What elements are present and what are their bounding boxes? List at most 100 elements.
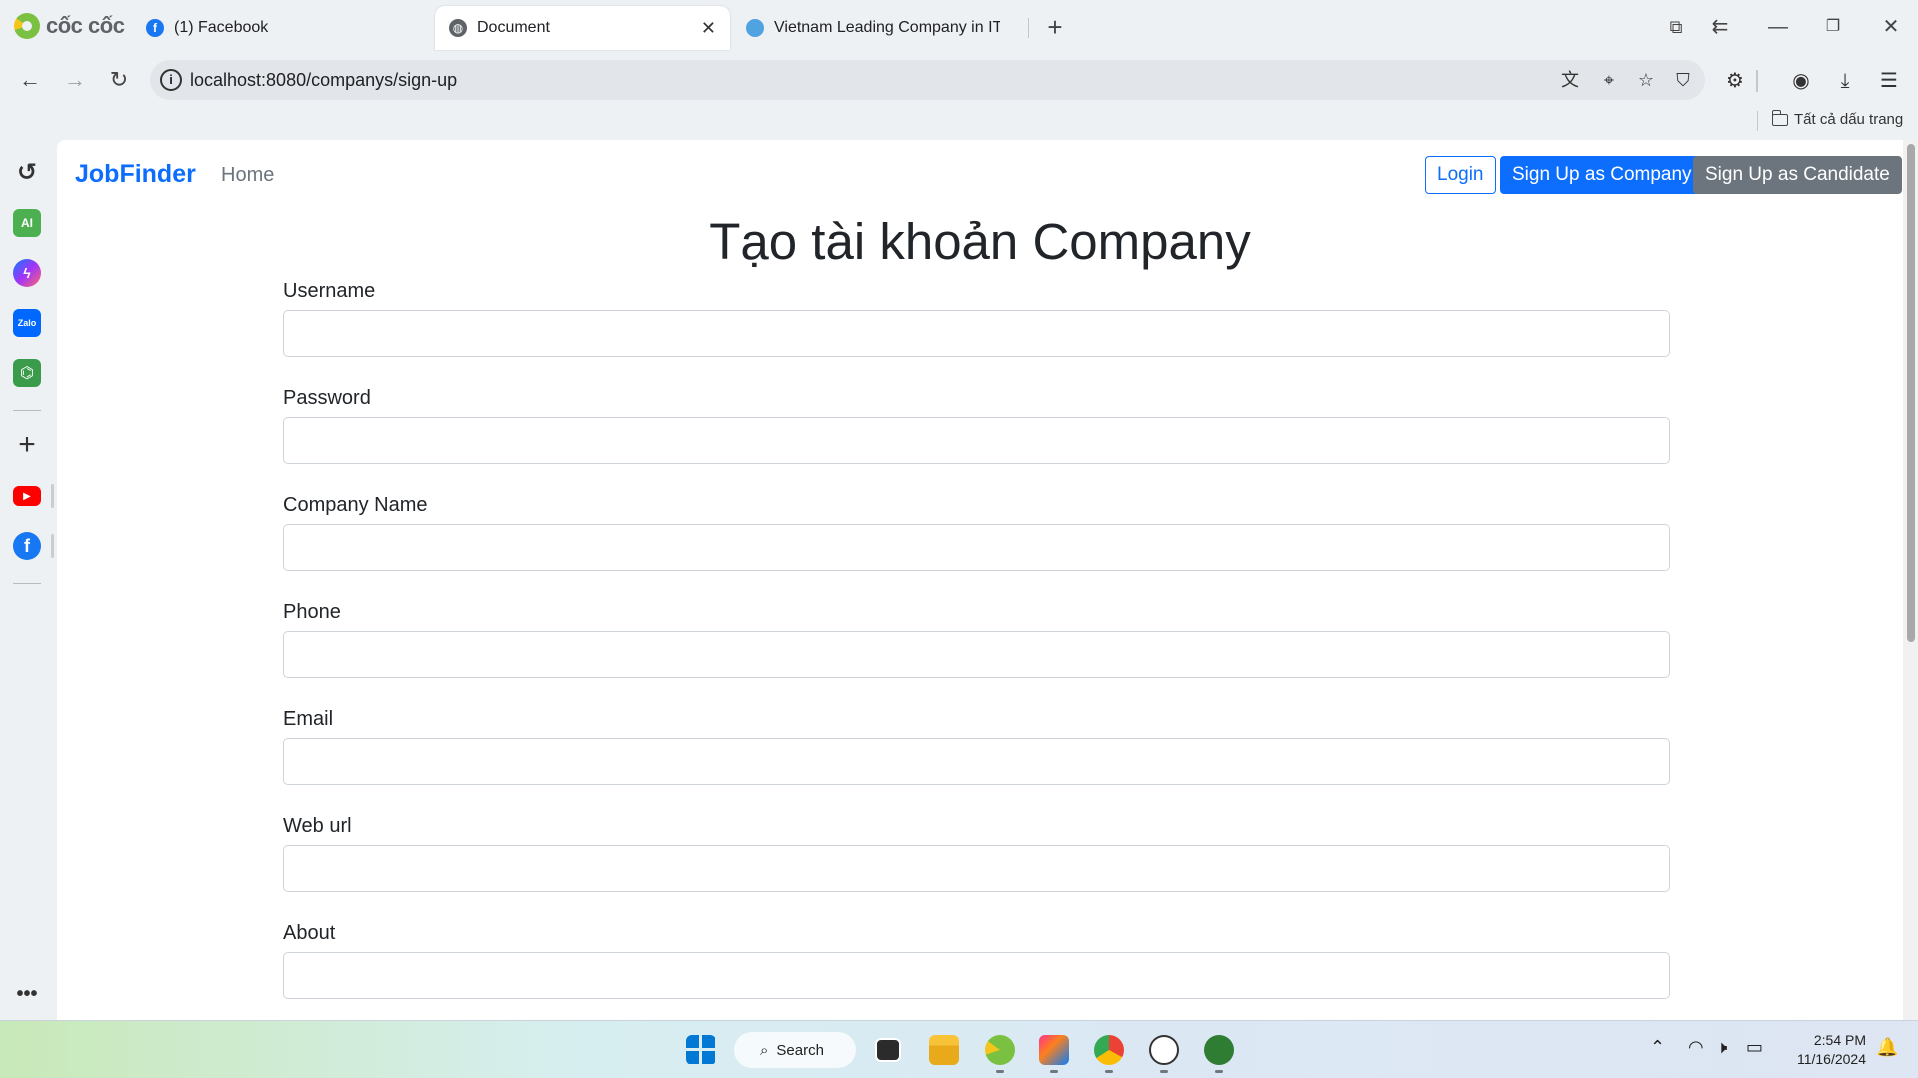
signup-candidate-button[interactable]: Sign Up as Candidate <box>1693 156 1902 194</box>
browser-toolbar: ← → ↻ i localhost:8080/companys/sign-up … <box>0 55 1918 105</box>
tab-label: Vietnam Leading Company in IT S <box>774 19 1000 36</box>
search-icon: ⌕ <box>760 1041 769 1059</box>
windows-start-icon[interactable] <box>686 1035 716 1065</box>
page-title: Tạo tài khoản Company <box>709 213 1251 270</box>
file-explorer-icon[interactable] <box>929 1035 959 1065</box>
email-input[interactable] <box>283 738 1670 785</box>
address-bar[interactable]: i localhost:8080/companys/sign-up 文 ⌖ ☆ … <box>150 60 1705 100</box>
company-name-input[interactable] <box>283 524 1670 571</box>
sidebar-active-marker <box>51 484 54 508</box>
new-tab-button[interactable]: + <box>1040 12 1070 42</box>
web-url-input[interactable] <box>283 845 1670 892</box>
browser-tab-strip: cốc cốc f (1) Facebook ◍ Document ✕ Viet… <box>0 0 1918 55</box>
location-pin-icon[interactable]: ⌖ <box>1597 68 1621 92</box>
chrome-icon[interactable] <box>1094 1035 1124 1065</box>
company-name-label: Company Name <box>283 494 428 516</box>
close-tab-icon[interactable]: ✕ <box>701 18 716 39</box>
tab-actions-icon[interactable]: ⇇ <box>1705 12 1735 42</box>
app-navbar: JobFinder Home Login Sign Up as Company … <box>57 140 1903 210</box>
notification-bell-icon[interactable]: 🔔 <box>1876 1037 1898 1058</box>
volume-muted-icon[interactable]: 🕨 <box>1716 1037 1727 1058</box>
tab-document[interactable]: ◍ Document ✕ <box>435 6 730 50</box>
browser-brand-text: cốc cốc <box>46 13 125 38</box>
close-window-button[interactable]: ✕ <box>1876 12 1906 42</box>
clock-date: 11/16/2024 <box>1796 1051 1866 1067</box>
back-button[interactable]: ← <box>15 65 45 95</box>
screen-capture-icon[interactable]: ⧉ <box>1661 12 1691 42</box>
login-button[interactable]: Login <box>1425 156 1496 194</box>
menu-icon[interactable]: ☰ <box>1876 68 1902 94</box>
battery-icon[interactable]: ▭ <box>1746 1037 1763 1058</box>
about-input[interactable] <box>283 952 1670 999</box>
taskbar-clock[interactable]: 2:54 PM 11/16/2024 <box>1770 1031 1866 1069</box>
wifi-icon[interactable]: ◠ <box>1688 1037 1704 1058</box>
running-indicator <box>996 1070 1004 1073</box>
game-icon[interactable]: ⌬ <box>13 359 41 387</box>
bookmark-star-icon[interactable]: ☆ <box>1634 68 1658 92</box>
email-label: Email <box>283 708 334 730</box>
taskbar-search-label: Search <box>776 1041 824 1059</box>
toolbar-divider <box>1756 70 1758 92</box>
add-icon[interactable]: + <box>13 428 41 461</box>
nav-home-link[interactable]: Home <box>221 164 274 187</box>
sidebar-separator <box>13 583 41 584</box>
hs-app-icon[interactable] <box>1204 1035 1234 1065</box>
clock-time: 2:54 PM <box>1813 1032 1866 1048</box>
tab-facebook[interactable]: f (1) Facebook <box>132 6 432 50</box>
bookmarks-divider <box>1757 111 1758 131</box>
coccoc-taskbar-icon[interactable] <box>985 1035 1015 1065</box>
site-info-icon[interactable]: i <box>160 69 182 91</box>
running-indicator <box>1105 1070 1113 1073</box>
translate-icon[interactable]: 文 <box>1558 68 1582 92</box>
web-url-label: Web url <box>283 815 352 837</box>
github-desktop-icon[interactable] <box>1149 1035 1179 1065</box>
history-icon[interactable]: ↺ <box>13 158 41 186</box>
extensions-icon[interactable]: ⚙ <box>1722 68 1748 94</box>
running-indicator <box>1050 1070 1058 1073</box>
username-label: Username <box>283 280 376 302</box>
profile-icon[interactable]: ◉ <box>1788 68 1814 94</box>
password-input[interactable] <box>283 417 1670 464</box>
zalo-icon[interactable]: Zalo <box>13 309 41 337</box>
messenger-icon[interactable]: ϟ <box>13 259 41 287</box>
windows-taskbar: ⌕ Search ⌃ ◠ 🕨 ▭ 2:54 PM 11/16/2024 🔔 <box>0 1020 1918 1078</box>
facebook-icon[interactable]: f <box>13 532 41 560</box>
username-input[interactable] <box>283 310 1670 357</box>
page-scrollbar[interactable] <box>1903 140 1918 1020</box>
sidebar-separator <box>13 410 41 411</box>
task-view-icon[interactable] <box>875 1038 901 1062</box>
folder-icon <box>1771 109 1788 126</box>
more-icon[interactable]: ••• <box>13 980 41 1008</box>
ai-icon[interactable]: AI <box>13 209 41 237</box>
tab-vietnam-company[interactable]: Vietnam Leading Company in IT S <box>732 6 1014 50</box>
app-brand[interactable]: JobFinder <box>75 160 196 189</box>
all-bookmarks-button[interactable]: Tất cả dấu trang <box>1771 109 1904 128</box>
coccoc-brand[interactable]: cốc cốc <box>14 13 125 39</box>
bookmarks-bar: Tất cả dấu trang <box>0 105 1918 138</box>
minimize-button[interactable]: — <box>1763 12 1793 42</box>
restore-button[interactable]: ❐ <box>1818 12 1848 42</box>
taskbar-search[interactable]: ⌕ Search <box>734 1032 856 1068</box>
facebook-icon: f <box>146 19 164 37</box>
download-icon[interactable]: ⤓ <box>1832 68 1858 94</box>
youtube-icon[interactable]: ▶ <box>13 486 41 506</box>
globe-icon: ◍ <box>449 19 467 37</box>
sidebar-active-marker <box>51 534 54 558</box>
all-bookmarks-label: Tất cả dấu trang <box>1794 111 1904 128</box>
forward-button[interactable]: → <box>60 65 90 95</box>
about-label: About <box>283 922 336 944</box>
intellij-icon[interactable] <box>1039 1035 1069 1065</box>
running-indicator <box>1160 1070 1168 1073</box>
browser-sidebar: ↺ AI ϟ Zalo ⌬ + ▶ f ••• <box>0 138 55 1020</box>
phone-input[interactable] <box>283 631 1670 678</box>
tab-separator <box>1028 18 1029 38</box>
shield-icon[interactable]: ⛉ <box>1671 68 1695 92</box>
coccoc-logo-icon <box>14 13 40 39</box>
website-icon <box>746 19 764 37</box>
address-url[interactable]: localhost:8080/companys/sign-up <box>190 70 457 91</box>
reload-button[interactable]: ↻ <box>104 65 134 95</box>
scrollbar-thumb[interactable] <box>1907 144 1915 642</box>
show-hidden-icons-icon[interactable]: ⌃ <box>1650 1037 1665 1058</box>
signup-company-button[interactable]: Sign Up as Company <box>1500 156 1704 194</box>
phone-label: Phone <box>283 601 341 623</box>
